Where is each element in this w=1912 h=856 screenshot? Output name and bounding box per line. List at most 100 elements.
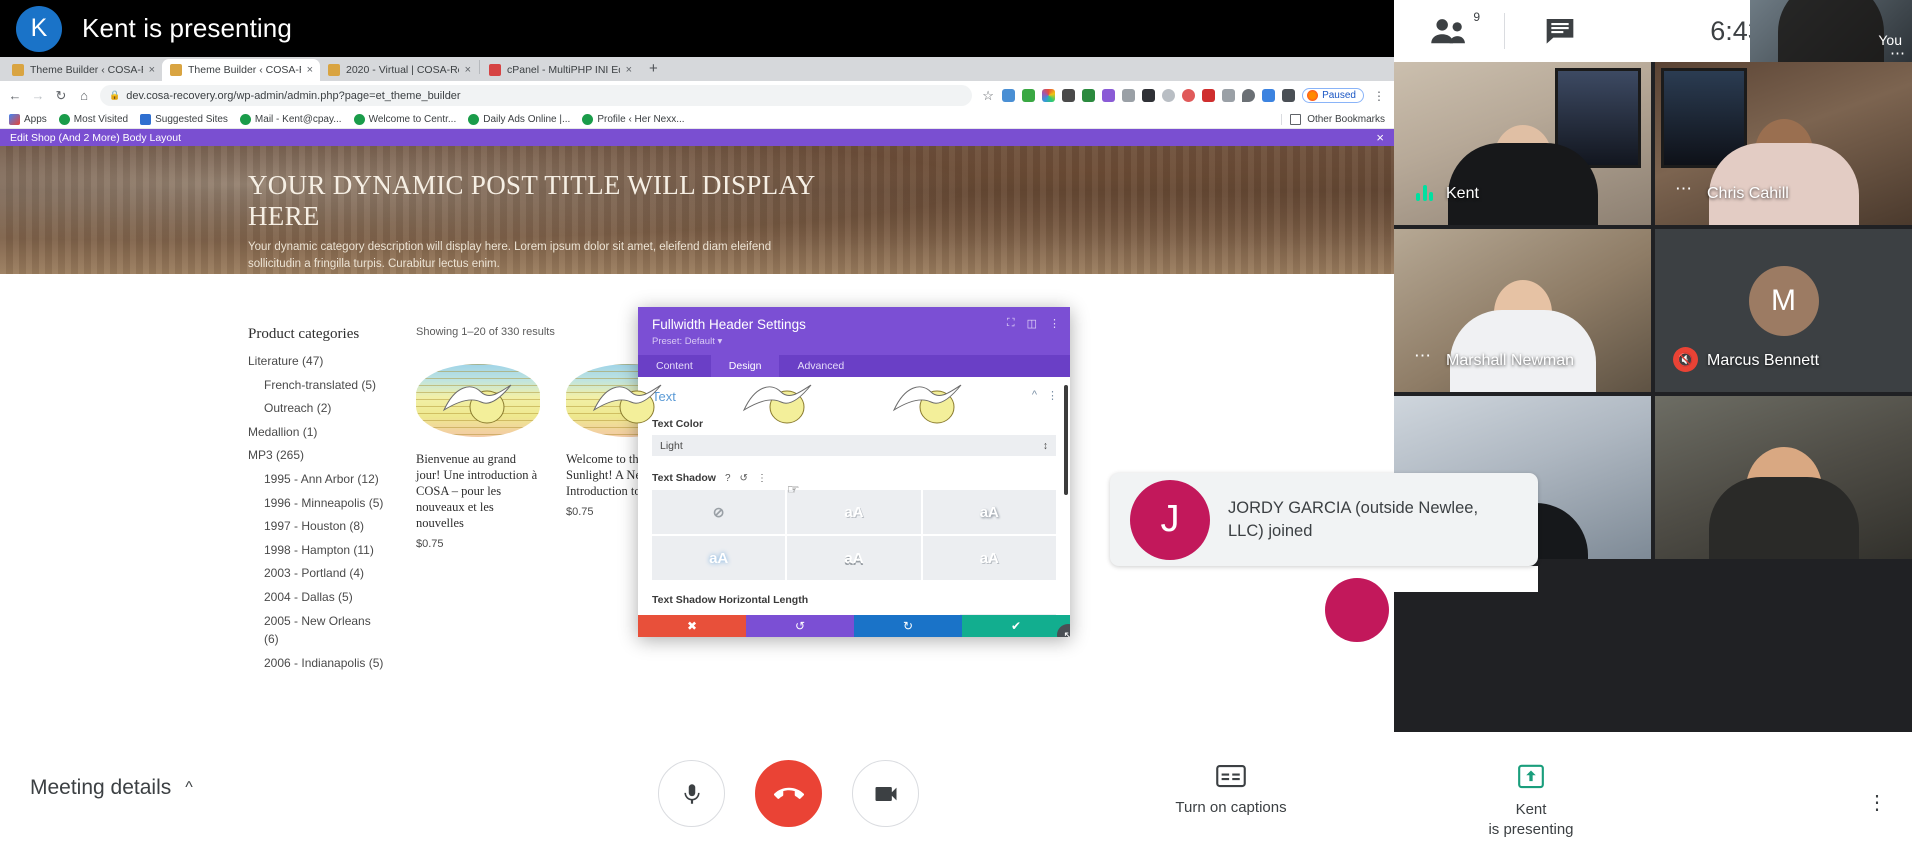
category-item[interactable]: 2005 - New Orleans (6) xyxy=(248,612,388,649)
extension-icon-target[interactable] xyxy=(1182,89,1196,102)
tab-close-icon[interactable]: × xyxy=(626,64,632,76)
shadow-option-3[interactable]: aA xyxy=(652,536,786,580)
forward-icon[interactable]: → xyxy=(31,88,45,103)
more-icon[interactable]: ⋮ xyxy=(1047,389,1058,402)
browser-menu-icon[interactable]: ⋮ xyxy=(1371,89,1386,103)
category-item[interactable]: Literature (47) xyxy=(248,352,388,371)
modal-scrollbar[interactable] xyxy=(1064,385,1068,495)
category-item[interactable]: 1995 - Ann Arbor (12) xyxy=(248,470,388,489)
back-icon[interactable]: ← xyxy=(8,88,22,103)
tab-content[interactable]: Content xyxy=(638,355,711,377)
shadow-option-2[interactable]: aA xyxy=(922,490,1056,534)
more-icon[interactable]: ⋮ xyxy=(757,473,767,484)
extension-icon-evernote[interactable] xyxy=(1022,89,1036,102)
text-color-select[interactable]: Light ↕ xyxy=(652,435,1056,456)
extension-icon-mailtrack[interactable] xyxy=(1062,89,1076,102)
participant-tile-marcus-bennett[interactable]: M 🔇 Marcus Bennett xyxy=(1655,229,1912,392)
undo-button[interactable]: ↺ xyxy=(746,615,854,637)
browser-tab-active[interactable]: Theme Builder ‹ COSA-Recove × xyxy=(162,59,320,81)
extension-icon-1[interactable] xyxy=(1002,89,1016,102)
extension-paused-badge[interactable]: Paused xyxy=(1302,88,1364,103)
tab-close-icon[interactable]: × xyxy=(307,64,313,76)
bookmark-item[interactable]: Welcome to Centr... xyxy=(353,113,456,125)
bookmark-item[interactable]: Mail - Kent@cpay... xyxy=(239,113,342,125)
join-notification-toast[interactable]: J JORDY GARCIA (outside Newlee, LLC) joi… xyxy=(1110,473,1538,566)
browser-tab[interactable]: 2020 - Virtual | COSA-Recove × xyxy=(320,59,478,81)
divi-builder-close-icon[interactable]: × xyxy=(1376,130,1384,145)
extension-icon-blue[interactable] xyxy=(1262,89,1276,102)
category-item[interactable]: 1997 - Houston (8) xyxy=(248,517,388,536)
paused-badge-icon xyxy=(1307,90,1319,101)
end-call-button[interactable] xyxy=(755,760,822,827)
tab-close-icon[interactable]: × xyxy=(465,64,471,76)
category-item[interactable]: Medallion (1) xyxy=(248,423,388,442)
reload-icon[interactable]: ↻ xyxy=(54,88,68,104)
extension-icon-pin[interactable] xyxy=(1242,89,1256,102)
category-item[interactable]: 2004 - Dallas (5) xyxy=(248,588,388,607)
extension-icon-red[interactable] xyxy=(1202,89,1216,102)
product-card[interactable]: Bienvenue au grand jour! Une introductio… xyxy=(416,364,540,550)
shadow-option-1[interactable]: aA xyxy=(787,490,921,534)
category-item[interactable]: 1998 - Hampton (11) xyxy=(248,541,388,560)
layout-icon[interactable]: ◫ xyxy=(1027,317,1037,330)
reset-icon[interactable]: ↺ xyxy=(740,473,748,484)
cancel-button[interactable]: ✖ xyxy=(638,615,746,637)
self-more-icon[interactable]: ⋯ xyxy=(1890,44,1905,62)
shadow-option-5[interactable]: aA xyxy=(922,536,1056,580)
section-title-text[interactable]: Text xyxy=(652,389,1056,404)
bookmark-item[interactable]: Profile ‹ Her Nexx... xyxy=(582,113,685,125)
present-action[interactable]: Kent is presenting xyxy=(1446,764,1616,841)
extension-icon-camera[interactable] xyxy=(1102,89,1116,102)
redo-button[interactable]: ↻ xyxy=(854,615,962,637)
participant-tile-chris-cahill[interactable]: ⋯ Chris Cahill xyxy=(1655,62,1912,225)
shadow-option-4[interactable]: aA xyxy=(787,536,921,580)
bookmark-item[interactable]: Most Visited xyxy=(58,113,128,125)
category-item[interactable]: 1996 - Minneapolis (5) xyxy=(248,494,388,513)
category-item[interactable]: 2006 - Indianapolis (5) xyxy=(248,654,388,673)
fullwidth-header-settings-modal[interactable]: Fullwidth Header Settings Preset: Defaul… xyxy=(638,307,1070,637)
chat-button[interactable] xyxy=(1505,0,1615,62)
category-item[interactable]: 2003 - Portland (4) xyxy=(248,564,388,583)
self-video-tile[interactable]: You ⋯ xyxy=(1750,0,1912,62)
extension-icon-dropper[interactable] xyxy=(1142,89,1156,102)
meeting-details-button[interactable]: Meeting details ^ xyxy=(30,776,193,800)
microphone-button[interactable] xyxy=(658,760,725,827)
tab-design[interactable]: Design xyxy=(710,355,780,377)
bookmark-item[interactable]: Apps xyxy=(9,113,47,125)
new-tab-button[interactable]: + xyxy=(639,60,668,79)
category-item[interactable]: French-translated (5) xyxy=(248,376,388,395)
expand-icon[interactable]: ⛶ xyxy=(1007,317,1015,330)
chevron-up-icon[interactable]: ^ xyxy=(1032,389,1037,402)
tab-advanced[interactable]: Advanced xyxy=(779,355,862,377)
modal-preset-selector[interactable]: Preset: Default ▾ xyxy=(652,336,1056,347)
extension-icon-drive[interactable] xyxy=(1122,89,1136,102)
bookmark-item[interactable]: Suggested Sites xyxy=(140,113,228,125)
participants-button[interactable]: 9 xyxy=(1394,0,1504,62)
shadow-option-none[interactable]: ⊘ xyxy=(652,490,786,534)
more-options-icon[interactable]: ⋮ xyxy=(1867,790,1887,815)
browser-tab[interactable]: Theme Builder ‹ COSA-Recove × xyxy=(4,59,162,81)
bookmark-star-icon[interactable]: ☆ xyxy=(981,88,995,104)
extension-icon-circle[interactable] xyxy=(1162,89,1176,102)
browser-tab[interactable]: cPanel - MultiPHP INI Editor × xyxy=(481,59,639,81)
address-bar[interactable]: 🔒 dev.cosa-recovery.org/wp-admin/admin.p… xyxy=(100,85,973,106)
other-bookmarks-button[interactable]: Other Bookmarks xyxy=(1281,113,1385,125)
extension-icon-colorwheel[interactable] xyxy=(1042,89,1056,102)
horizontal-length-input[interactable]: 0em xyxy=(960,614,1056,615)
extension-icon-code[interactable] xyxy=(1222,89,1236,102)
help-icon[interactable]: ? xyxy=(725,473,731,484)
participant-tile-kent[interactable]: Kent xyxy=(1394,62,1651,225)
camera-button[interactable] xyxy=(852,760,919,827)
category-item[interactable]: Outreach (2) xyxy=(248,399,388,418)
extension-icon-check[interactable] xyxy=(1082,89,1096,102)
category-item[interactable]: MP3 (265) xyxy=(248,446,388,465)
bookmark-item[interactable]: Daily Ads Online |... xyxy=(468,113,570,125)
tab-close-icon[interactable]: × xyxy=(149,64,155,76)
participant-tile-marshall-newman[interactable]: ⋯ Marshall Newman xyxy=(1394,229,1651,392)
extension-icon-puzzle[interactable] xyxy=(1282,89,1296,102)
home-icon[interactable]: ⌂ xyxy=(77,88,91,103)
more-icon[interactable]: ⋮ xyxy=(1049,317,1060,330)
save-button[interactable]: ✔ xyxy=(962,615,1070,637)
participant-tile-6[interactable] xyxy=(1655,396,1912,559)
captions-action[interactable]: Turn on captions xyxy=(1146,764,1316,841)
